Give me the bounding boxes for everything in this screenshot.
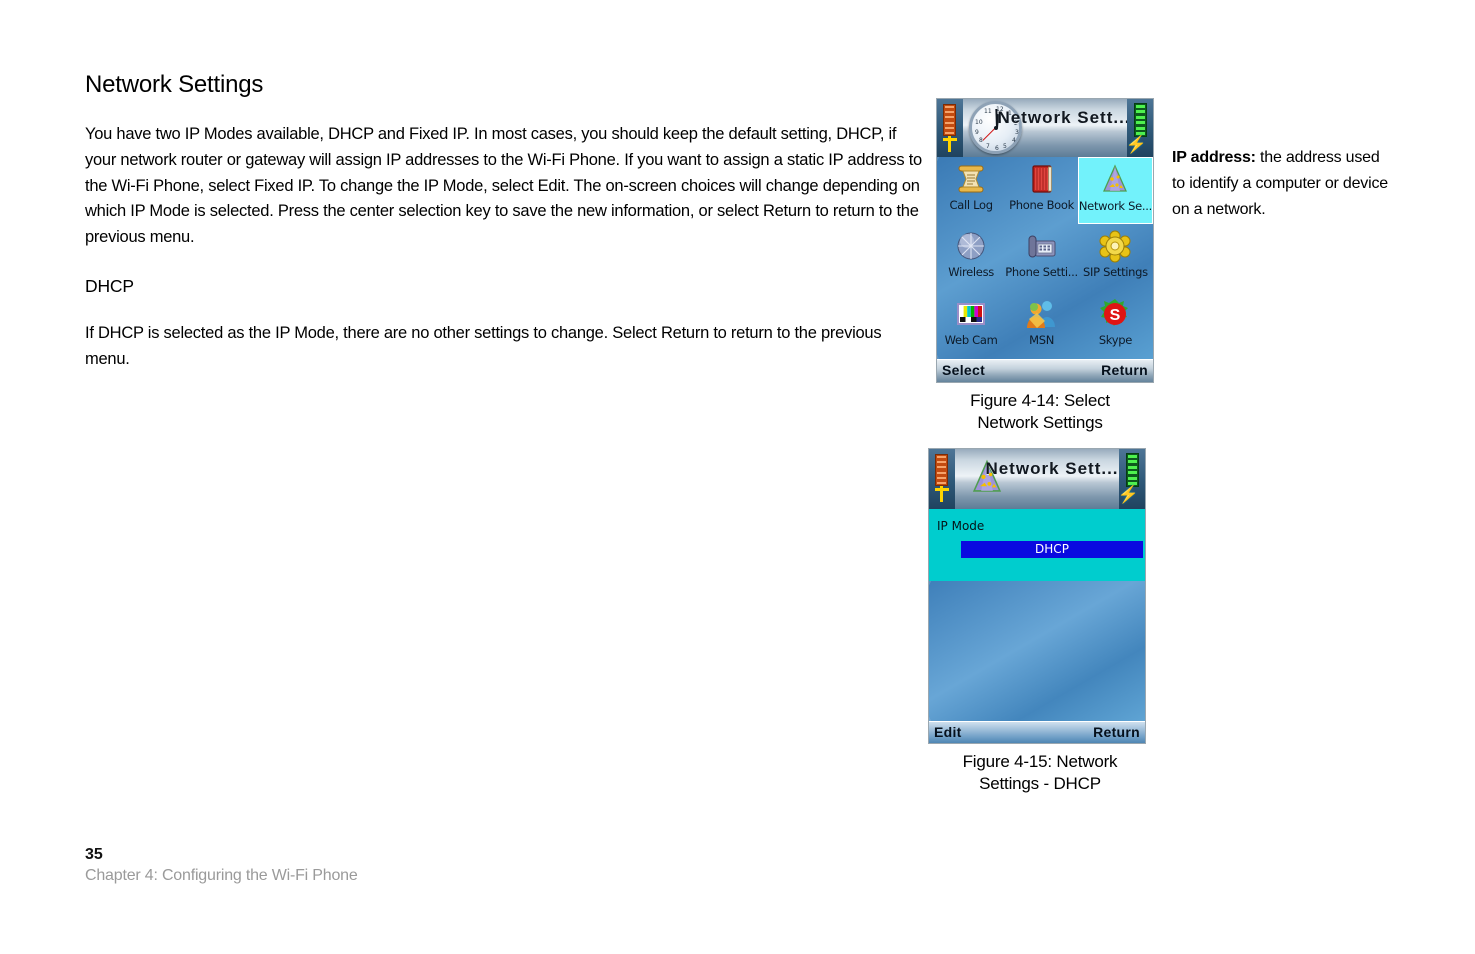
ip-mode-panel: IP Mode DHCP — [929, 509, 1145, 581]
phone-title-bar: 12 1 2 3 4 5 6 7 8 9 10 11 Network Sett.… — [937, 99, 1153, 157]
charging-bolt-icon: ⚡ — [1117, 485, 1139, 504]
ip-mode-value[interactable]: DHCP — [961, 541, 1143, 558]
page-number: 35 — [85, 846, 103, 863]
phone-softkey-bar: Edit Return — [929, 721, 1145, 743]
figure-caption-4-14: Figure 4-14: Select Network Settings — [925, 390, 1155, 434]
network-cone-icon — [1098, 163, 1132, 197]
red-book-icon — [1025, 162, 1059, 196]
section-heading-dhcp: DHCP — [85, 276, 134, 297]
phone-screenshot-dhcp: Network Sett... ⚡ IP Mode DHCP Edit Retu… — [928, 448, 1146, 744]
figure-caption-line-1: Figure 4-15: Network — [962, 752, 1118, 771]
menu-item-network-settings[interactable]: Network Se... — [1077, 157, 1153, 225]
menu-item-label: MSN — [1029, 332, 1055, 347]
softkey-return[interactable]: Return — [1093, 724, 1140, 740]
menu-item-call-log[interactable]: Call Log — [937, 157, 1005, 224]
menu-item-wireless[interactable]: Wireless — [937, 224, 1005, 291]
figure-caption-line-2: Network Settings — [977, 413, 1103, 432]
chapter-label: Chapter 4: Configuring the Wi-Fi Phone — [85, 867, 358, 884]
margin-note-term: IP address: — [1172, 149, 1256, 166]
battery-indicator: ⚡ — [1125, 99, 1153, 157]
menu-item-label: SIP Settings — [1083, 265, 1148, 280]
desk-phone-icon — [1025, 229, 1059, 263]
menu-item-label: Wireless — [948, 265, 994, 280]
menu-item-label: Phone Setti... — [1005, 265, 1078, 280]
page-title: Network Settings — [85, 71, 264, 98]
menu-item-label: Phone Book — [1009, 198, 1074, 212]
menu-item-label: Web Cam — [944, 332, 998, 347]
margin-note: IP address: the address used to identify… — [1172, 145, 1390, 223]
signal-strength-indicator — [929, 449, 955, 509]
softkey-return[interactable]: Return — [1101, 362, 1148, 378]
phone-wallpaper-area — [929, 581, 1145, 721]
antenna-icon — [935, 486, 949, 502]
intro-paragraph: You have two IP Modes available, DHCP an… — [85, 125, 922, 246]
battery-indicator: ⚡ — [1117, 449, 1145, 509]
phone-menu-grid: Call Log Phone Book Network Se... Wirele… — [937, 157, 1153, 359]
main-content-column: Network Settings You have two IP Modes a… — [85, 71, 930, 399]
battery-bars-icon — [1126, 453, 1139, 487]
menu-item-skype[interactable]: S Skype — [1078, 292, 1153, 359]
menu-item-msn[interactable]: MSN — [1005, 292, 1078, 359]
antenna-icon — [943, 136, 957, 152]
softkey-edit[interactable]: Edit — [934, 724, 962, 740]
dhcp-paragraph: If DHCP is selected as the IP Mode, ther… — [85, 324, 882, 368]
menu-item-web-cam[interactable]: Web Cam — [937, 292, 1005, 359]
figures-column: 12 1 2 3 4 5 6 7 8 9 10 11 Network Sett.… — [925, 98, 1155, 795]
charging-bolt-icon: ⚡ — [1125, 135, 1147, 154]
color-bars-icon — [954, 297, 988, 331]
page-footer: 35 Chapter 4: Configuring the Wi-Fi Phon… — [85, 845, 358, 887]
menu-item-label: Call Log — [949, 198, 993, 212]
skype-s-icon: S — [1098, 297, 1132, 331]
msn-people-icon — [1025, 297, 1059, 331]
menu-item-sip-settings[interactable]: SIP Settings — [1078, 224, 1153, 291]
figure-caption-4-15: Figure 4-15: Network Settings - DHCP — [925, 751, 1155, 795]
phone-title-bar: Network Sett... ⚡ — [929, 449, 1145, 509]
phone-title-text: Network Sett... — [997, 108, 1131, 127]
menu-item-phone-settings[interactable]: Phone Setti... — [1005, 224, 1078, 291]
menu-item-label: Network Se... — [1078, 199, 1152, 213]
softkey-select[interactable]: Select — [942, 362, 985, 378]
phone-title-text: Network Sett... — [985, 459, 1119, 478]
svg-text:S: S — [1110, 307, 1121, 324]
battery-bars-icon — [1134, 103, 1147, 137]
menu-item-label: Skype — [1098, 332, 1133, 347]
phone-screenshot-menu: 12 1 2 3 4 5 6 7 8 9 10 11 Network Sett.… — [936, 98, 1154, 383]
figure-caption-line-1: Figure 4-14: Select — [970, 391, 1110, 410]
globe-icon — [954, 229, 988, 263]
figure-caption-line-2: Settings - DHCP — [979, 774, 1101, 793]
menu-item-phone-book[interactable]: Phone Book — [1005, 157, 1078, 224]
scroll-icon — [954, 162, 988, 196]
phone-softkey-bar: Select Return — [937, 359, 1153, 382]
ip-mode-label: IP Mode — [937, 519, 985, 533]
gear-flower-icon — [1098, 229, 1132, 263]
